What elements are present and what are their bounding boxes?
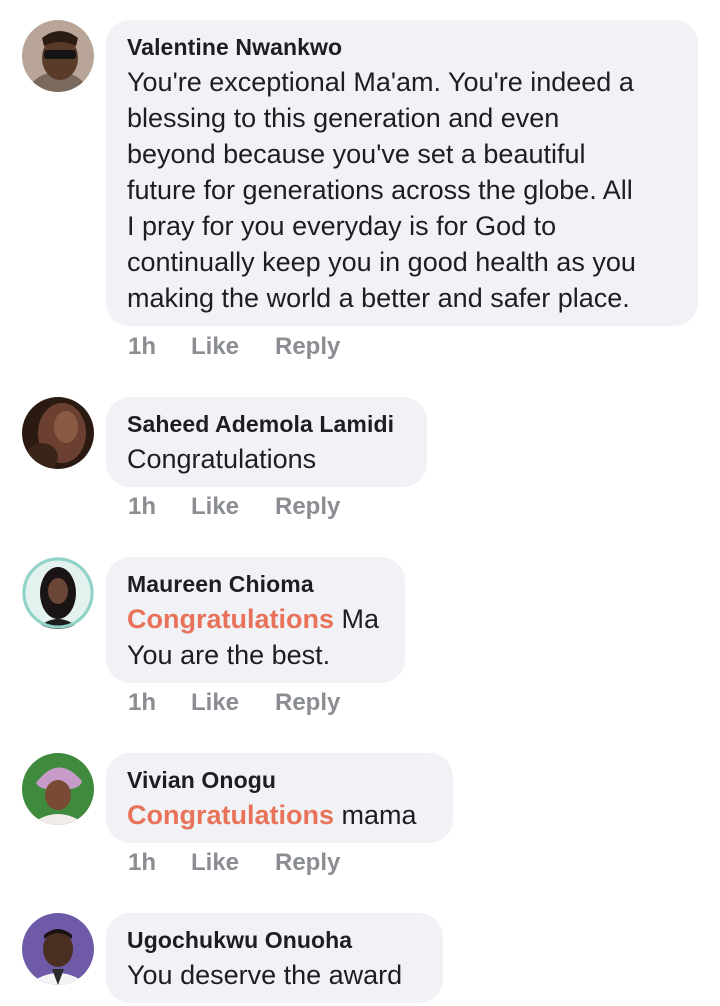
comment-author[interactable]: Saheed Ademola Lamidi bbox=[127, 409, 405, 439]
user-photo-icon bbox=[22, 557, 94, 629]
comment-bubble: Saheed Ademola Lamidi Congratulations bbox=[106, 397, 427, 487]
comment-time: 1h bbox=[128, 333, 157, 360]
comment-text: You deserve the award bbox=[127, 960, 403, 990]
like-button[interactable]: Like bbox=[191, 848, 239, 878]
comment-author[interactable]: Valentine Nwankwo bbox=[127, 32, 676, 62]
like-button[interactable]: Like bbox=[191, 492, 239, 522]
user-photo-icon bbox=[22, 20, 94, 92]
comment-text-rest: mama bbox=[334, 800, 417, 830]
reply-button[interactable]: Reply bbox=[275, 332, 340, 362]
highlighted-word[interactable]: Congratulations bbox=[127, 800, 334, 830]
user-photo-icon bbox=[22, 913, 94, 985]
comment-author[interactable]: Ugochukwu Onuoha bbox=[127, 925, 421, 955]
comment-author[interactable]: Vivian Onogu bbox=[127, 765, 431, 795]
comment-time: 1h bbox=[128, 849, 157, 876]
comment-time: 1h bbox=[128, 493, 157, 520]
highlighted-word[interactable]: Congratulations bbox=[127, 604, 334, 634]
comment-text: Congratulations mama bbox=[127, 797, 431, 833]
comment-time: 1h bbox=[128, 689, 157, 716]
reply-button[interactable]: Reply bbox=[275, 848, 340, 878]
avatar[interactable] bbox=[22, 20, 94, 92]
avatar[interactable] bbox=[22, 913, 94, 985]
avatar[interactable] bbox=[22, 753, 94, 825]
comment-text: Congratulations bbox=[127, 444, 317, 474]
user-photo-icon bbox=[22, 753, 94, 825]
like-button[interactable]: Like bbox=[191, 688, 239, 718]
comment-text: Congratulations Ma You are the best. bbox=[127, 601, 383, 673]
reply-button[interactable]: Reply bbox=[275, 688, 340, 718]
reply-button[interactable]: Reply bbox=[275, 492, 340, 522]
comment-text: You're exceptional Ma'am. You're indeed … bbox=[127, 67, 636, 313]
comment-bubble: Vivian Onogu Congratulations mama bbox=[106, 753, 453, 843]
comment-author[interactable]: Maureen Chioma bbox=[127, 569, 383, 599]
comment-bubble: Valentine Nwankwo You're exceptional Ma'… bbox=[106, 20, 698, 326]
comment-bubble: Ugochukwu Onuoha You deserve the award bbox=[106, 913, 443, 1003]
comment-bubble: Maureen Chioma Congratulations Ma You ar… bbox=[106, 557, 405, 683]
avatar[interactable] bbox=[22, 397, 94, 469]
avatar[interactable] bbox=[22, 557, 94, 629]
like-button[interactable]: Like bbox=[191, 332, 239, 362]
user-photo-icon bbox=[22, 397, 94, 469]
